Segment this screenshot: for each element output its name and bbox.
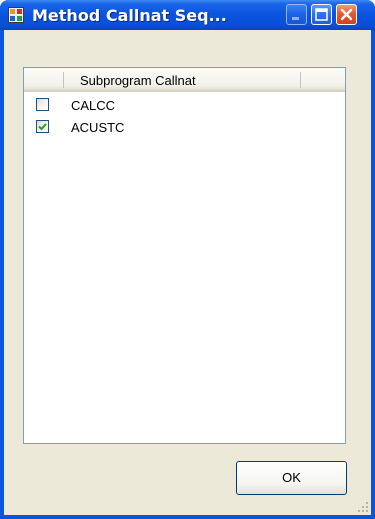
minimize-button[interactable] [286,4,307,25]
title-bar[interactable]: Method Callnat Seq... [0,0,375,30]
list-header: Subprogram Callnat [24,68,345,92]
resize-grip-icon[interactable] [357,501,369,513]
app-icon [8,7,24,23]
minimize-icon [292,17,299,20]
close-icon [340,8,353,21]
column-header-subprogram-callnat[interactable]: Subprogram Callnat [80,73,196,88]
list-item[interactable]: ACUSTC [24,117,345,139]
list-item-label: ACUSTC [71,120,125,135]
column-separator[interactable] [300,72,301,88]
acustc-checkbox[interactable] [36,120,49,133]
list-item-label: CALCC [71,98,116,113]
ok-button[interactable]: OK [236,461,347,495]
calcc-checkbox[interactable] [36,98,49,111]
maximize-button[interactable] [311,4,332,25]
list-item[interactable]: CALCC [24,95,345,117]
maximize-icon [315,8,328,21]
checkmark-icon [38,123,47,131]
close-button[interactable] [336,4,357,25]
column-separator[interactable] [63,72,64,88]
dialog-client-area: Subprogram Callnat CALCC ACUSTC OK [4,30,371,515]
subprogram-list[interactable]: Subprogram Callnat CALCC ACUSTC [23,67,346,444]
window-title: Method Callnat Seq... [32,6,227,25]
dialog-window: Method Callnat Seq... Subprogram Callnat [0,0,375,519]
